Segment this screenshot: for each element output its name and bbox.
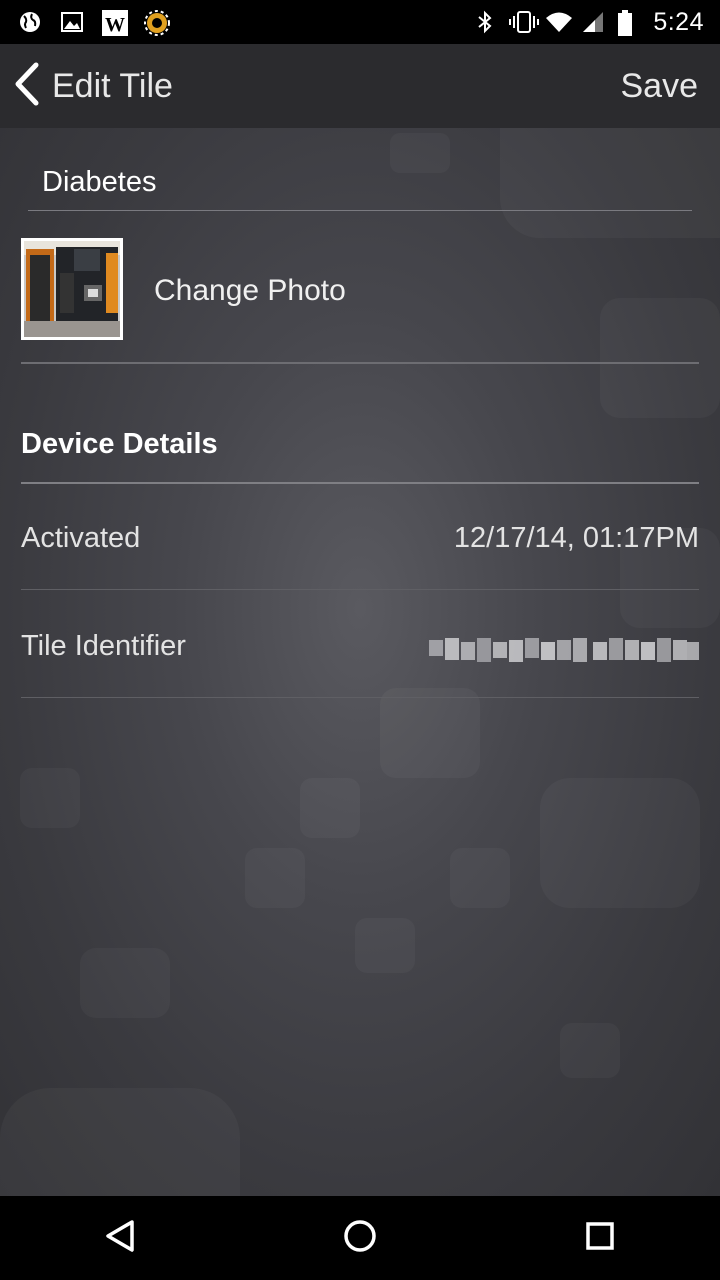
tile-identifier-redacted [429,638,699,662]
change-photo-row[interactable]: Change Photo [21,238,699,364]
vibrate-icon [509,10,540,34]
home-icon [342,1218,378,1259]
svg-text:W: W [105,14,125,36]
wikipedia-icon: W [102,10,128,36]
nav-recents-button[interactable] [560,1196,640,1280]
tile-name-field[interactable] [28,156,692,211]
tile-identifier-row: Tile Identifier [21,592,699,698]
status-bar: W 5:24 [0,0,720,44]
back-icon [102,1218,138,1259]
back-button[interactable]: Edit Tile [0,44,173,128]
tile-name-input[interactable] [28,156,692,208]
globe-icon [18,10,42,34]
change-photo-label[interactable]: Change Photo [154,274,346,308]
signal-icon [581,10,605,34]
activated-label: Activated [21,522,141,554]
bluetooth-icon [473,10,497,34]
app-bar: Edit Tile Save [0,44,720,128]
status-time: 5:24 [653,7,704,36]
nav-back-button[interactable] [80,1196,160,1280]
tile-identifier-label: Tile Identifier [21,630,186,662]
system-icons: 5:24 [473,8,704,37]
tasker-icon [144,10,170,36]
wifi-icon [545,10,573,34]
battery-icon [617,10,641,36]
main-content: Change Photo Device Details Activated 12… [0,128,720,1196]
navigation-bar [0,1196,720,1280]
activated-row: Activated 12/17/14, 01:17PM [21,484,699,590]
notification-icons: W [18,10,170,36]
chevron-left-icon [12,62,40,111]
recents-icon [584,1220,616,1257]
nav-home-button[interactable] [320,1196,400,1280]
image-icon [60,10,84,34]
page-title: Edit Tile [52,66,173,105]
device-details-heading: Device Details [21,428,218,460]
activated-value: 12/17/14, 01:17PM [453,522,699,554]
save-button[interactable]: Save [621,67,699,106]
tile-photo-thumbnail[interactable] [21,238,123,340]
